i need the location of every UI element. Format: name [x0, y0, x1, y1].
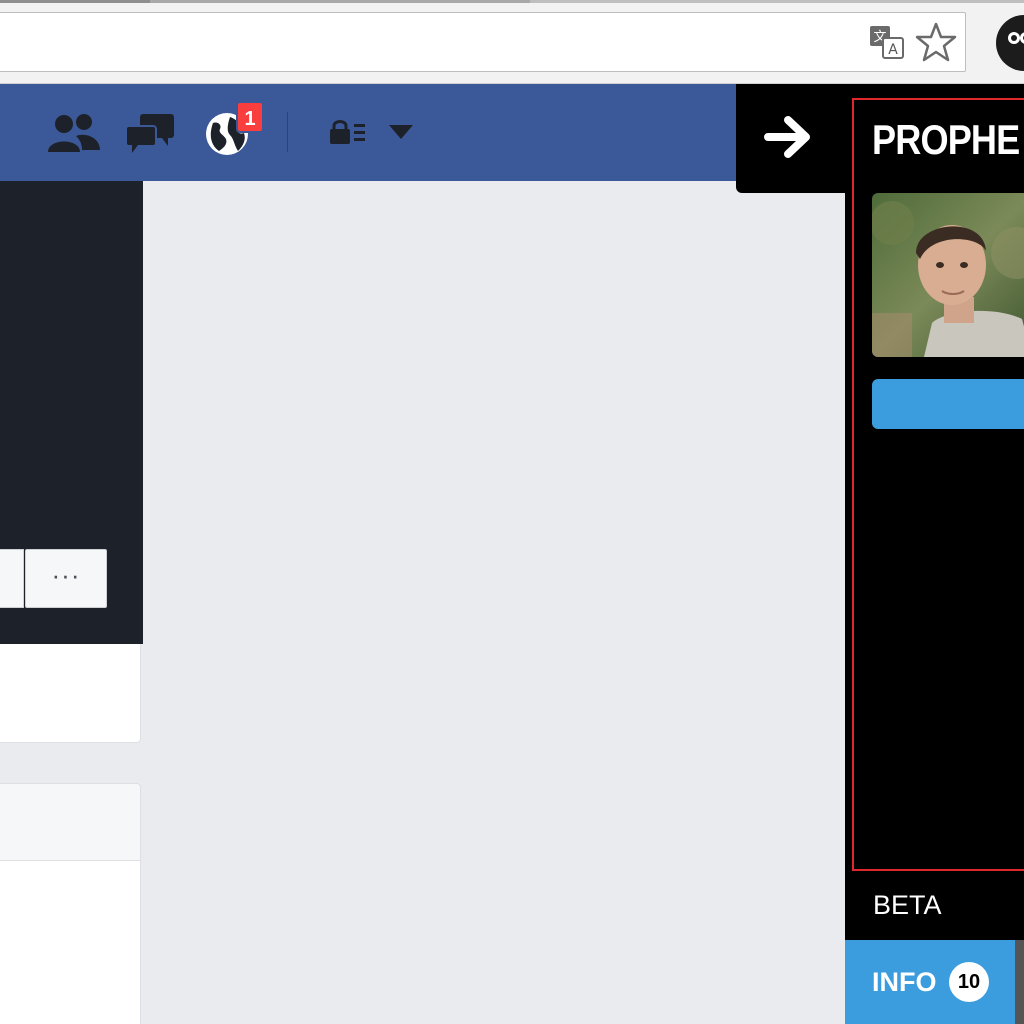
header-divider: [287, 112, 288, 152]
prophet-title: PROPHE: [872, 116, 1020, 163]
privacy-shortcuts-icon[interactable]: [328, 118, 368, 146]
tab-info-label: INFO: [872, 967, 937, 997]
panel-toggle-tab[interactable]: [736, 84, 846, 193]
tab-strip-edge: [0, 0, 1024, 3]
profile-action-button[interactable]: [0, 549, 24, 608]
tab-info[interactable]: INFO 10: [845, 940, 1015, 1024]
intro-card-header: [0, 783, 141, 861]
profile-photo: [872, 193, 1024, 357]
browser-toolbar: 文 A: [0, 0, 1024, 84]
address-bar[interactable]: [0, 12, 966, 72]
intro-card-body: [0, 861, 141, 1024]
more-options-button[interactable]: ···: [25, 549, 107, 608]
friend-requests-icon[interactable]: [46, 112, 102, 156]
svg-text:A: A: [888, 42, 898, 58]
translate-icon[interactable]: 文 A: [868, 24, 906, 60]
arrow-right-icon: [764, 116, 810, 158]
beta-label: BETA: [873, 890, 942, 920]
star-outline-icon[interactable]: [914, 20, 958, 64]
messages-icon[interactable]: [124, 112, 176, 156]
facebook-header-bar: 1: [0, 84, 736, 181]
notification-count-badge: 1: [236, 101, 264, 133]
tab-info-count-badge: 10: [949, 962, 989, 1002]
owl-extension-icon[interactable]: [994, 14, 1024, 72]
prophet-action-button[interactable]: [872, 379, 1024, 429]
tab-separator: [1015, 940, 1024, 1024]
tab-edge: [150, 0, 530, 3]
tab-edge: [0, 0, 150, 3]
profile-card: [0, 644, 141, 743]
account-dropdown-icon[interactable]: [388, 124, 414, 140]
